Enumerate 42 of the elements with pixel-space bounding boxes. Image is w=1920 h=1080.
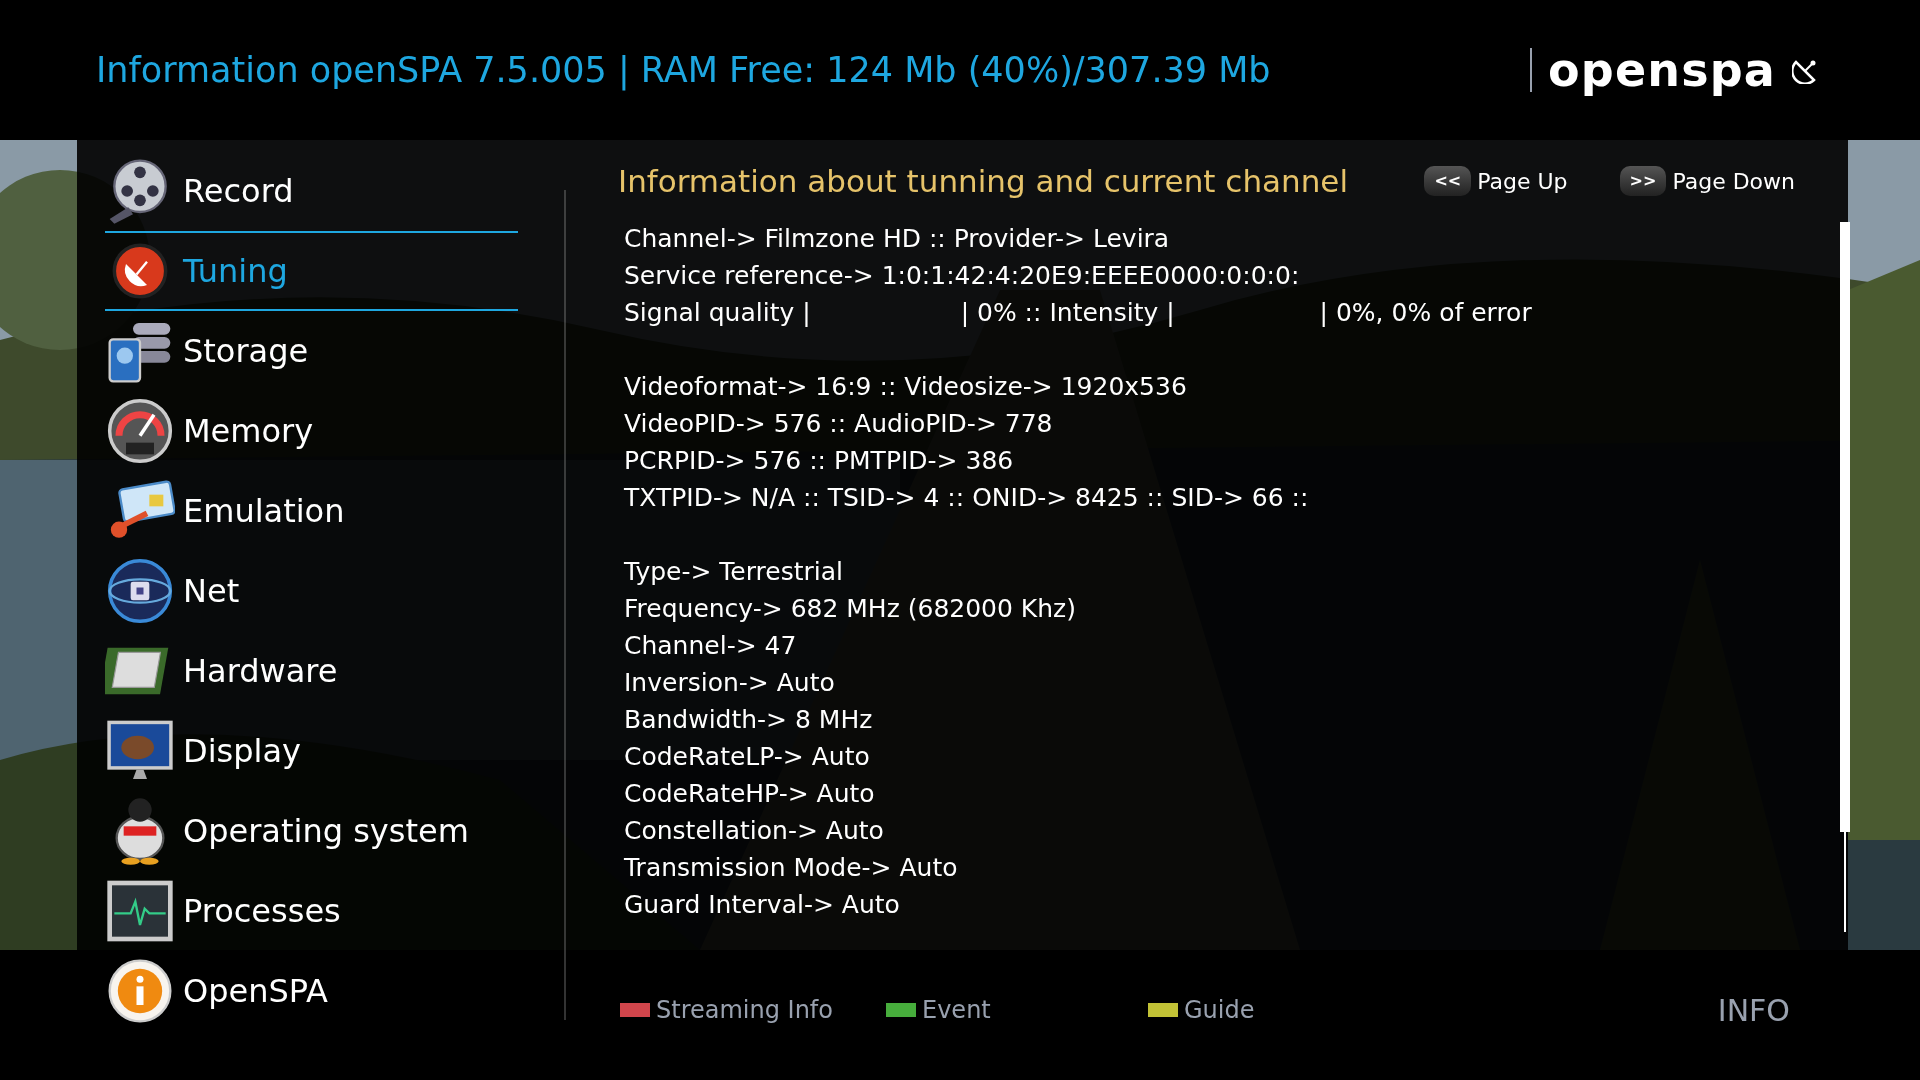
info-line: Service reference-> 1:0:1:42:4:20E9:EEEE0000:0:0:0:: [624, 260, 1301, 292]
gauge-icon: [105, 396, 175, 466]
menu-item[interactable]: Processes: [105, 871, 518, 951]
paging-label: Page Down: [1672, 167, 1795, 196]
menu-item[interactable]: Display: [105, 711, 518, 791]
remote-key: >>: [1619, 166, 1667, 196]
info-line: Transmission Mode-> Auto: [624, 852, 959, 884]
menu-item[interactable]: Storage: [105, 311, 518, 391]
info-line: Guard Interval-> Auto: [624, 889, 901, 921]
info-text: | 0% :: Intensity |: [960, 297, 1175, 329]
info-line: Type-> Terrestrial: [624, 556, 844, 588]
menu-item[interactable]: Emulation: [105, 471, 518, 551]
info-line: Videoformat-> 16:9 :: Videosize-> 1920x536: [624, 371, 1188, 403]
menu-item[interactable]: Operating system: [105, 791, 518, 871]
info-line: Bandwidth-> 8 MHz: [624, 704, 874, 736]
key-label: Event: [922, 995, 991, 1026]
section-title: Information about tunning and current channel: [618, 161, 1348, 201]
menu-item[interactable]: OpenSPA: [105, 951, 518, 1031]
info-line: CodeRateHP-> Auto: [624, 778, 876, 810]
info-line: Inversion-> Auto: [624, 667, 836, 699]
menu-item[interactable]: Net: [105, 551, 518, 631]
key-label: Guide: [1184, 995, 1255, 1026]
info-line: Channel-> Filmzone HD :: Provider-> Levira: [624, 223, 1171, 255]
info-line: Frequency-> 682 MHz (682000 Khz): [624, 593, 1077, 625]
key-label: Streaming Info: [656, 995, 833, 1026]
info-line: Constellation-> Auto: [624, 815, 885, 847]
info-line: Channel-> 47: [624, 630, 798, 662]
remote-key: <<: [1424, 166, 1472, 196]
header-title: Information openSPA 7.5.005 | RAM Free: 124 Mb (40%)/307.39 Mb: [96, 48, 1271, 93]
info-text: Signal quality |: [624, 297, 811, 329]
menu-item[interactable]: Record: [105, 151, 518, 231]
info-label: INFO: [1717, 991, 1790, 1030]
menu-item[interactable]: Hardware: [105, 631, 518, 711]
globe-network-icon: [105, 556, 175, 626]
menu-item[interactable]: Memory: [105, 391, 518, 471]
info-text: | 0%, 0% of error: [1319, 297, 1532, 329]
menu-item[interactable]: Tuning: [105, 231, 518, 311]
paging-label: Page Up: [1477, 167, 1568, 196]
info-line: PCRPID-> 576 :: PMTPID-> 386: [624, 445, 1015, 477]
info-line: CodeRateLP-> Auto: [624, 741, 871, 773]
info-line: VideoPID-> 576 :: AudioPID-> 778: [624, 408, 1054, 440]
info-line: TXTPID-> N/A :: TSID-> 4 :: ONID-> 8425 :: SID-> 66 ::: [624, 482, 1310, 514]
